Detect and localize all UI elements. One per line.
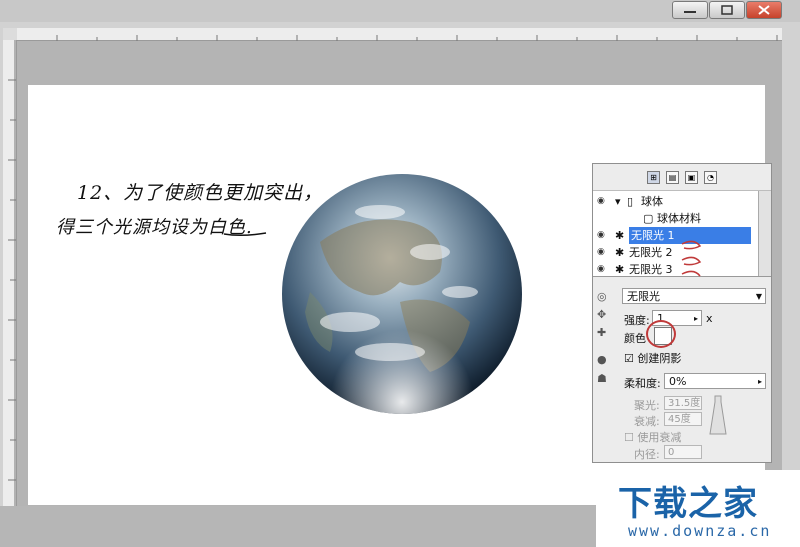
material-icon: ▢ [643, 212, 654, 225]
tree-item-label: 球体 [641, 195, 663, 208]
vertical-ruler [3, 40, 17, 530]
use-attenuation-checkbox[interactable]: ☐ 使用衰减 [624, 429, 681, 445]
tree-item-label: 球体材料 [657, 212, 701, 225]
tree-item-label: 无限光 2 [629, 246, 673, 259]
light-type-value: 无限光 [627, 290, 660, 303]
softness-value: 0% [669, 375, 687, 388]
sphere-icon: ▯ [627, 195, 634, 208]
softness-label: 柔和度: [624, 377, 661, 390]
light-type-select[interactable]: 无限光 ▼ [622, 288, 766, 304]
watermark-brand: 下载之家 [618, 484, 758, 524]
light-settings-icon[interactable]: ● [597, 353, 607, 366]
light-icon: ✱ [615, 229, 625, 242]
chevron-right-icon[interactable]: ▸ [758, 374, 762, 390]
create-shadow-label: 创建阴影 [637, 352, 682, 365]
use-attenuation-label: 使用衰减 [637, 431, 682, 444]
close-button[interactable] [746, 1, 782, 19]
chevron-down-icon: ▼ [755, 292, 762, 301]
minimize-icon [684, 11, 696, 13]
status-area [0, 506, 596, 547]
color-label: 颜色 [624, 332, 646, 345]
title-bar [0, 0, 800, 22]
inner-radius-input[interactable]: 0 [664, 445, 702, 459]
horizontal-ruler [17, 28, 782, 43]
intensity-label: 强度: [624, 314, 650, 327]
softness-input[interactable]: 0% ▸ [664, 373, 766, 389]
maximize-button[interactable] [709, 1, 745, 19]
shadow-icon[interactable]: ☗ [597, 372, 607, 385]
light-icon: ✱ [615, 263, 625, 276]
tree-item[interactable]: ◉ ✱ 无限光 3 [593, 261, 759, 276]
minimize-button[interactable] [672, 1, 708, 19]
material-tab-icon[interactable]: ▤ [666, 170, 679, 184]
annotation-underline [223, 232, 267, 237]
spotlight-cone-icon [709, 395, 727, 435]
eye-icon[interactable]: ◉ [597, 261, 605, 276]
add-light-icon[interactable]: ✚ [597, 326, 606, 339]
red-annotation-circle [646, 320, 676, 348]
light-direction-icon[interactable]: ◎ [597, 290, 607, 303]
tree-item[interactable]: ◉ ▾ ▯ 球体 [593, 193, 759, 210]
ruler-corner [3, 28, 17, 40]
object-tab-icon[interactable]: ⊞ [647, 170, 660, 184]
close-icon [758, 5, 770, 15]
maximize-icon [721, 5, 733, 15]
tree-item-label: 无限光 3 [629, 263, 673, 276]
eye-icon[interactable]: ◉ [597, 244, 605, 261]
intensity-suffix: x [706, 312, 713, 325]
light-bulb-icon[interactable]: ◔ [704, 170, 717, 184]
checkbox-checked-icon[interactable]: ☑ [624, 352, 634, 365]
earth-globe-image[interactable] [280, 172, 524, 416]
inner-radius-label: 内径: [634, 448, 660, 461]
cone-input[interactable]: 31.5度 [664, 396, 702, 410]
tree-scrollbar[interactable] [758, 191, 771, 276]
panel-tabs: ⊞ ▤ ▣ ◔ [593, 164, 771, 191]
checkbox-icon[interactable]: ☐ [624, 431, 634, 444]
light-icon: ✱ [615, 246, 625, 259]
create-shadow-checkbox[interactable]: ☑ 创建阴影 [624, 350, 681, 366]
chevron-right-icon[interactable]: ▸ [694, 311, 698, 327]
tree-item-selected[interactable]: ◉ ✱ 无限光 1 [593, 227, 759, 244]
hotspot-label: 衰减: [634, 415, 660, 428]
tree-item[interactable]: ▢ 球体材料 [593, 210, 759, 227]
lighting-tab-icon[interactable]: ▣ [685, 170, 698, 184]
eye-icon[interactable]: ◉ [597, 193, 605, 210]
red-annotation-marks [681, 240, 702, 277]
expand-arrow-icon[interactable]: ▾ [615, 193, 621, 210]
watermark: 下载之家 www.downza.cn [596, 470, 800, 547]
window-controls [672, 1, 782, 19]
cone-label: 聚光: [634, 399, 660, 412]
tree-item[interactable]: ◉ ✱ 无限光 2 [593, 244, 759, 261]
eye-icon[interactable]: ◉ [597, 227, 605, 244]
hotspot-input[interactable]: 45度 [664, 412, 702, 426]
watermark-url: www.downza.cn [628, 522, 772, 540]
move-light-icon[interactable]: ✥ [597, 308, 606, 321]
